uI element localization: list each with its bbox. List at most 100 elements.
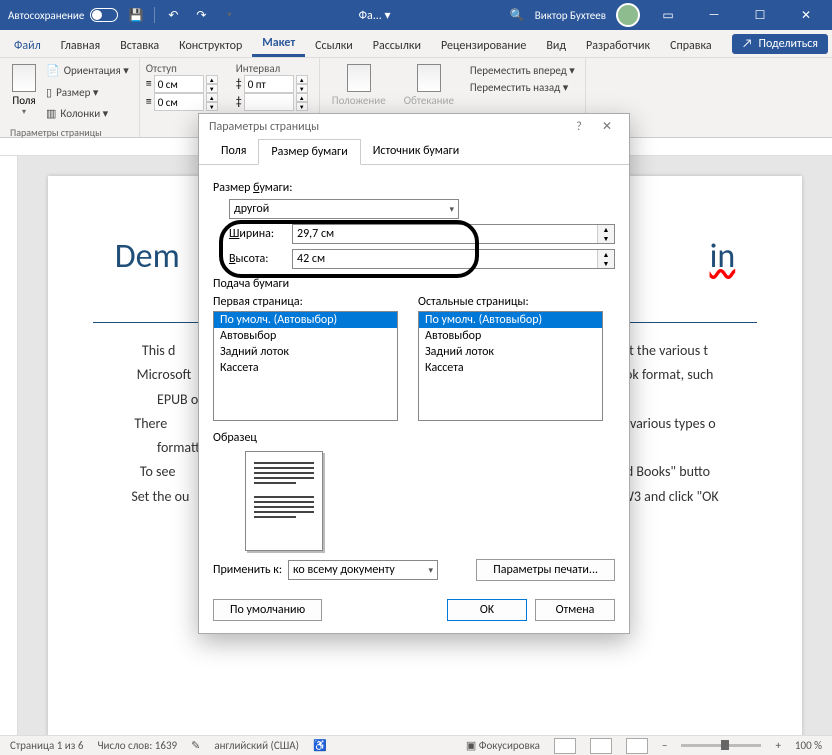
tab-references[interactable]: Ссылки bbox=[305, 35, 363, 57]
print-options-button[interactable]: Параметры печати... bbox=[476, 559, 615, 581]
spin-down-icon[interactable]: ▼ bbox=[598, 234, 614, 243]
sample-label: Образец bbox=[213, 431, 615, 445]
list-item[interactable]: Автовыбор bbox=[419, 328, 602, 344]
paper-preset-combo[interactable]: другой ▾ bbox=[229, 199, 459, 219]
margins-button[interactable]: Поля ▾ bbox=[6, 62, 42, 133]
undo-icon[interactable]: ↶ bbox=[163, 5, 183, 25]
tab-fields[interactable]: Поля bbox=[209, 139, 258, 164]
spin-up-icon[interactable]: ▲ bbox=[598, 225, 614, 234]
other-pages-label: Остальные страницы: bbox=[418, 295, 603, 309]
print-layout-icon[interactable] bbox=[590, 738, 612, 754]
list-item[interactable]: По умолч. (Автовыбор) bbox=[214, 312, 397, 328]
other-pages-listbox[interactable]: По умолч. (Автовыбор) Автовыбор Задний л… bbox=[418, 311, 603, 421]
share-button[interactable]: ↗ Поделиться bbox=[732, 34, 828, 54]
avatar[interactable] bbox=[616, 3, 640, 27]
bring-forward-button: Переместить вперед ▾ bbox=[466, 62, 579, 79]
zoom-out-icon[interactable]: − bbox=[662, 739, 667, 752]
size-icon: ▯ bbox=[46, 86, 52, 99]
tab-insert[interactable]: Вставка bbox=[110, 35, 169, 57]
send-backward-button: Переместить назад ▾ bbox=[466, 79, 579, 96]
width-label: Ширина: bbox=[229, 227, 284, 241]
tab-help[interactable]: Справка bbox=[660, 35, 722, 57]
spacing-label: Интервал bbox=[236, 62, 308, 75]
dialog-title: Параметры страницы bbox=[209, 120, 319, 134]
list-item[interactable]: Кассета bbox=[419, 360, 602, 376]
focus-mode[interactable]: ▣ Фокусировка bbox=[466, 739, 540, 752]
zoom-in-icon[interactable]: + bbox=[775, 739, 780, 752]
autosave-toggle[interactable]: Автосохранение bbox=[8, 8, 118, 22]
document-title[interactable]: Фа... ▾ bbox=[239, 8, 509, 23]
qat-customize-icon[interactable]: ▾ bbox=[219, 5, 239, 25]
user-name: Виктор Бухтеев bbox=[535, 9, 606, 22]
status-page[interactable]: Страница 1 из 6 bbox=[10, 739, 83, 752]
tab-file[interactable]: Файл bbox=[4, 35, 51, 57]
maximize-icon[interactable]: ☐ bbox=[742, 1, 778, 29]
read-mode-icon[interactable] bbox=[554, 738, 576, 754]
orientation-button[interactable]: 📄Ориентация ▾ bbox=[42, 62, 133, 79]
spin-down-icon[interactable]: ▼ bbox=[598, 259, 614, 268]
indent-label: Отступ bbox=[146, 62, 218, 75]
save-icon[interactable]: 💾 bbox=[126, 5, 146, 25]
first-page-listbox[interactable]: По умолч. (Автовыбор) Автовыбор Задний л… bbox=[213, 311, 398, 421]
width-input[interactable]: ▲▼ bbox=[292, 224, 615, 244]
close-icon[interactable]: ✕ bbox=[788, 1, 824, 29]
wrap-button: Обтекание bbox=[398, 62, 460, 109]
list-item[interactable]: По умолч. (Автовыбор) bbox=[419, 312, 602, 328]
indent-left-input[interactable]: ≡▲▼ bbox=[146, 75, 218, 93]
minimize-icon[interactable]: — bbox=[696, 1, 732, 29]
toggle-switch[interactable] bbox=[90, 8, 118, 22]
list-item[interactable]: Автовыбор bbox=[214, 328, 397, 344]
columns-icon: ▥ bbox=[46, 107, 56, 120]
spacing-after-input[interactable]: ‡▲▼ bbox=[236, 93, 308, 111]
tab-paper-source[interactable]: Источник бумаги bbox=[361, 139, 472, 164]
share-label: Поделиться bbox=[759, 37, 818, 51]
chevron-down-icon: ▾ bbox=[429, 565, 434, 576]
autosave-label: Автосохранение bbox=[8, 9, 84, 22]
tab-mailings[interactable]: Рассылки bbox=[363, 35, 431, 57]
dialog-help-icon[interactable]: ? bbox=[567, 120, 591, 134]
list-item[interactable]: Кассета bbox=[214, 360, 397, 376]
default-button[interactable]: По умолчанию bbox=[213, 599, 322, 621]
status-words[interactable]: Число слов: 1639 bbox=[97, 739, 177, 752]
spacing-before-input[interactable]: ‡▲▼ bbox=[236, 75, 308, 93]
vertical-ruler[interactable] bbox=[0, 156, 18, 735]
proofing-icon[interactable]: ✎ bbox=[191, 739, 200, 752]
tab-review[interactable]: Рецензирование bbox=[431, 35, 536, 57]
tab-layout[interactable]: Макет bbox=[252, 32, 305, 57]
ribbon-display-icon[interactable]: ▭ bbox=[650, 1, 686, 29]
list-item[interactable]: Задний лоток bbox=[214, 344, 397, 360]
position-button: Положение bbox=[326, 62, 392, 109]
web-layout-icon[interactable] bbox=[626, 738, 648, 754]
dialog-close-icon[interactable]: ✕ bbox=[595, 119, 619, 134]
margins-icon bbox=[12, 64, 36, 92]
size-button[interactable]: ▯Размер ▾ bbox=[42, 84, 133, 101]
paper-size-label: Размер бумаги: bbox=[213, 181, 615, 195]
tab-home[interactable]: Главная bbox=[51, 35, 110, 57]
margins-label: Поля bbox=[12, 94, 35, 107]
paper-feed-label: Подача бумаги bbox=[213, 277, 615, 291]
tab-developer[interactable]: Разработчик bbox=[576, 35, 660, 57]
list-item[interactable]: Задний лоток bbox=[419, 344, 602, 360]
dialog-tabs: Поля Размер бумаги Источник бумаги bbox=[199, 139, 629, 165]
tab-paper-size[interactable]: Размер бумаги bbox=[258, 139, 360, 165]
first-page-label: Первая страница: bbox=[213, 295, 398, 309]
zoom-slider[interactable] bbox=[681, 744, 761, 747]
redo-icon[interactable]: ↷ bbox=[191, 5, 211, 25]
status-lang[interactable]: английский (США) bbox=[214, 739, 299, 752]
tab-design[interactable]: Конструктор bbox=[169, 35, 252, 57]
columns-button[interactable]: ▥Колонки ▾ bbox=[42, 105, 133, 122]
indent-right-input[interactable]: ≡▲▼ bbox=[146, 93, 218, 111]
zoom-value[interactable]: 100 % bbox=[795, 739, 822, 752]
apply-to-combo[interactable]: ко всему документу ▾ bbox=[288, 560, 438, 580]
chevron-down-icon: ▾ bbox=[449, 204, 454, 215]
page-setup-dialog: Параметры страницы ? ✕ Поля Размер бумаг… bbox=[198, 113, 630, 634]
tab-view[interactable]: Вид bbox=[536, 35, 576, 57]
spin-up-icon[interactable]: ▲ bbox=[598, 250, 614, 259]
accessibility-icon[interactable]: ♿ bbox=[313, 739, 327, 752]
preview-thumbnail bbox=[245, 451, 323, 551]
paper-preset-value: другой bbox=[234, 202, 269, 216]
cancel-button[interactable]: Отмена bbox=[535, 599, 615, 621]
search-icon[interactable]: 🔍 bbox=[510, 8, 525, 23]
ok-button[interactable]: OK bbox=[447, 599, 527, 621]
height-input[interactable]: ▲▼ bbox=[292, 249, 615, 269]
